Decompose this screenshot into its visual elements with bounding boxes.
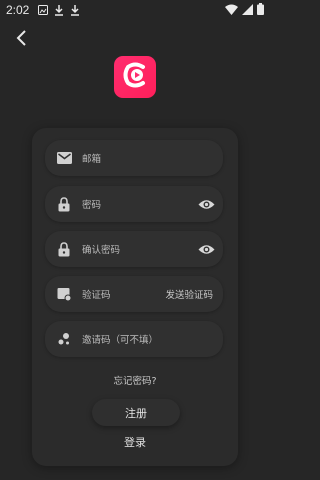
battery-icon [257,3,264,18]
email-icon [56,150,72,166]
status-time: 2:02 [6,3,30,17]
forgot-password-link[interactable]: 忘记密码? [0,373,270,387]
eye-icon[interactable] [197,240,215,258]
photo-notification-icon [37,4,49,16]
login-link[interactable]: 登录 [0,434,270,450]
password-field[interactable]: 密码 [45,186,223,222]
eye-icon[interactable] [197,195,215,213]
status-bar: 2:02 [0,0,270,20]
invite-code-placeholder: 邀请码（可不填） [82,335,159,346]
verify-badge-icon [56,286,72,302]
lock-icon [56,241,72,257]
verification-code-placeholder: 验证码 [82,290,111,301]
download-icon [53,4,65,16]
register-button[interactable]: 注册 [92,399,180,426]
download-icon-2 [69,4,81,16]
invite-code-field[interactable]: 邀请码（可不填） [45,321,223,357]
cell-signal-icon [242,3,253,18]
email-field[interactable]: 邮箱 [45,140,223,176]
password-placeholder: 密码 [82,200,102,211]
lock-icon [56,196,72,212]
invite-icon [56,331,72,347]
email-placeholder: 邮箱 [82,154,102,165]
verification-code-field[interactable]: 验证码 发送验证码 [45,276,223,312]
confirm-password-field[interactable]: 确认密码 [45,231,223,267]
send-code-button[interactable]: 发送验证码 [165,287,213,301]
back-button[interactable] [10,28,34,52]
app-logo [114,56,156,98]
chevron-left-icon [15,30,29,50]
wifi-icon [225,4,238,18]
play-logo-icon [121,61,149,93]
confirm-password-placeholder: 确认密码 [82,245,121,256]
